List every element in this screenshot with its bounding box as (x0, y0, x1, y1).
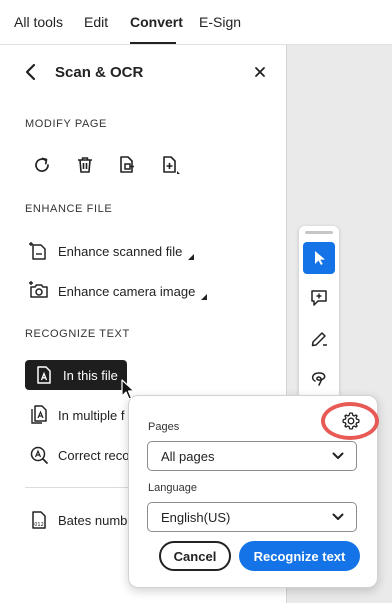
tab-e-sign[interactable]: E-Sign (199, 14, 241, 30)
in-multiple-files-item[interactable]: In multiple f (28, 401, 124, 429)
delete-icon[interactable] (73, 153, 97, 177)
tab-convert[interactable]: Convert (130, 14, 183, 30)
add-comment-button[interactable] (303, 282, 335, 314)
section-heading-modify-page: MODIFY PAGE (25, 118, 107, 130)
chevron-down-icon (332, 513, 344, 520)
settings-highlight (321, 402, 379, 440)
enhance-scanned-icon (29, 242, 46, 260)
chevron-down-icon (332, 452, 344, 459)
correct-text-icon (30, 446, 48, 464)
rotate-icon[interactable] (30, 153, 54, 177)
submenu-triangle-icon (188, 254, 195, 260)
gear-icon[interactable] (341, 411, 361, 431)
highlight-pen-icon (311, 332, 327, 347)
section-heading-recognize-text: RECOGNIZE TEXT (25, 328, 130, 340)
extract-page-icon[interactable] (115, 153, 139, 177)
recognize-text-button[interactable]: Recognize text (239, 541, 360, 571)
bates-icon: 012 (32, 511, 46, 529)
mouse-cursor-icon (121, 379, 135, 400)
draw-lasso-button[interactable] (303, 362, 335, 394)
ocr-settings-popover: Pages All pages Language English(US) Can… (128, 395, 379, 588)
in-this-file-label: In this file (63, 367, 118, 383)
panel-title: Scan & OCR (55, 64, 144, 81)
enhance-scanned-label: Enhance scanned file (58, 243, 183, 259)
pages-label: Pages (148, 421, 180, 433)
draw-lasso-icon (311, 372, 326, 386)
submenu-triangle-icon (201, 294, 208, 300)
camera-icon (29, 281, 48, 298)
active-tab-indicator (130, 42, 176, 44)
in-this-file-item[interactable]: In this file (25, 360, 127, 390)
tab-edit[interactable]: Edit (84, 14, 108, 30)
select-cursor-icon (315, 251, 325, 265)
enhance-camera-image-item[interactable]: Enhance camera image (28, 277, 208, 305)
insert-page-icon[interactable] (158, 153, 182, 177)
chevron-left-icon[interactable] (22, 62, 40, 82)
quick-tools-toolbar (299, 226, 339, 401)
pages-select-value: All pages (161, 448, 215, 464)
pages-select[interactable]: All pages (147, 441, 357, 471)
toolbar-drag-handle[interactable] (305, 231, 333, 234)
add-comment-icon (311, 290, 327, 306)
bates-numbering-label: Bates numb (58, 512, 128, 528)
correct-recognized-text-label: Correct reco (58, 447, 130, 463)
enhance-camera-label: Enhance camera image (58, 283, 196, 299)
section-heading-enhance-file: ENHANCE FILE (25, 203, 113, 215)
language-select-value: English(US) (161, 509, 231, 525)
in-multiple-files-label: In multiple f (58, 407, 125, 423)
enhance-scanned-file-item[interactable]: Enhance scanned file (28, 237, 195, 265)
svg-text:012: 012 (34, 522, 44, 528)
top-tab-bar: All tools Edit Convert E-Sign (0, 0, 392, 45)
bates-numbering-item[interactable]: 012 Bates numb (28, 506, 127, 534)
select-tool-button[interactable] (303, 242, 335, 274)
close-icon[interactable] (252, 64, 268, 80)
cancel-button[interactable]: Cancel (159, 541, 231, 571)
text-file-icon (37, 366, 51, 384)
multiple-files-icon (31, 405, 47, 424)
language-label: Language (148, 482, 197, 494)
highlight-pen-button[interactable] (303, 322, 335, 354)
tab-all-tools[interactable]: All tools (14, 14, 63, 30)
correct-recognized-text-item[interactable]: Correct reco (28, 441, 130, 469)
language-select[interactable]: English(US) (147, 502, 357, 532)
